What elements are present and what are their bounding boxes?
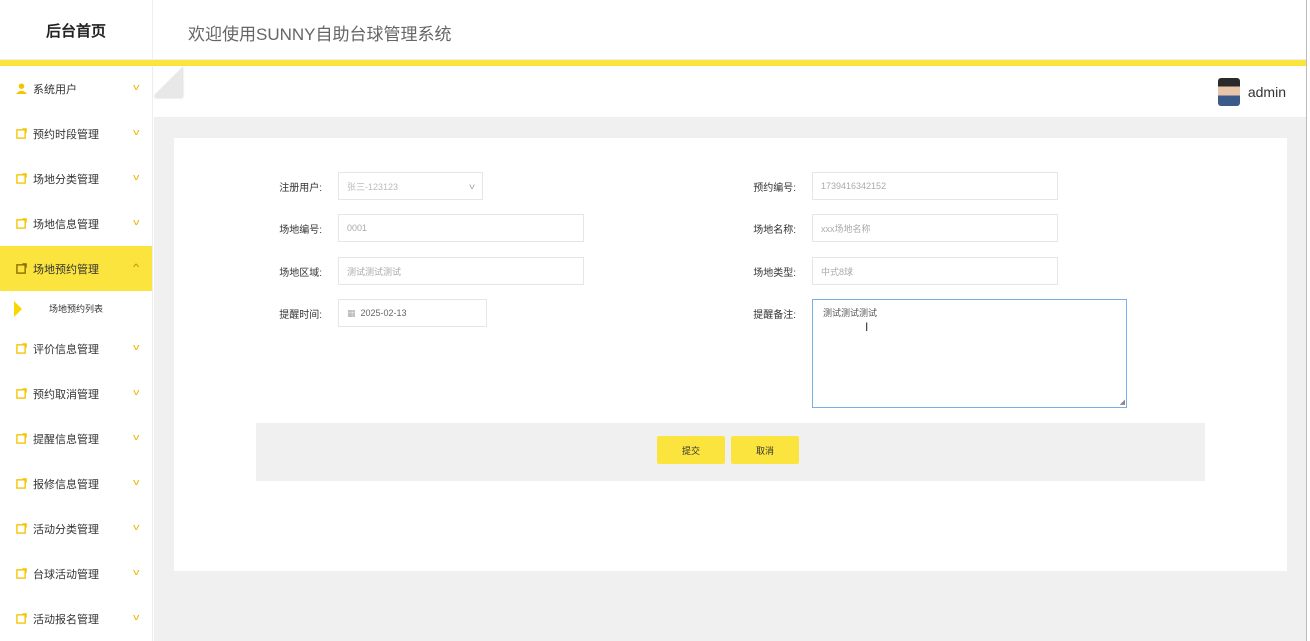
collapse-sidebar-toggle[interactable] (154, 66, 182, 97)
chevron-down-icon: v (132, 127, 139, 137)
chevron-down-icon: v (132, 387, 139, 397)
content-header: admin (154, 66, 1306, 118)
note-icon (16, 433, 27, 444)
sidebar-item-label: 评价信息管理 (33, 343, 99, 356)
chevron-down-icon: v (132, 432, 139, 442)
sidebar-item-label: 场地预约管理 (33, 263, 99, 276)
area-field[interactable]: 测试测试测试 (338, 257, 584, 285)
note-icon (16, 613, 27, 624)
sidebar-item-repairs[interactable]: 报修信息管理 v (0, 461, 152, 506)
sidebar-item-label: 台球活动管理 (33, 568, 99, 581)
sidebar-item-venue-info[interactable]: 场地信息管理 v (0, 201, 152, 246)
note-icon (16, 173, 27, 184)
sidebar-item-venue-booking[interactable]: 场地预约管理 ^ (0, 246, 152, 291)
venue-no-value: 0001 (347, 223, 368, 233)
sidebar-item-label: 活动分类管理 (33, 523, 99, 536)
chevron-down-icon: v (132, 477, 139, 487)
sidebar-item-label: 活动报名管理 (33, 613, 99, 626)
sidebar-item-label: 场地分类管理 (33, 173, 99, 186)
venue-no-field[interactable]: 0001 (338, 214, 584, 242)
note-icon (16, 343, 27, 354)
chevron-down-icon: v (132, 172, 139, 182)
chevron-down-icon: v (132, 522, 139, 532)
remind-note-value: 测试测试测试 (823, 308, 878, 318)
chevron-down-icon: v (132, 567, 139, 577)
remind-time-value: 2025-02-13 (360, 308, 407, 318)
type-label: 场地类型: (753, 268, 796, 279)
booking-no-label: 预约编号: (753, 183, 796, 194)
user-label: 注册用户: (279, 183, 322, 194)
window-edge (1306, 0, 1310, 641)
type-value: 中式8球 (821, 266, 854, 277)
cancel-button[interactable]: 取消 (731, 436, 799, 464)
resize-handle-icon[interactable]: ◢ (1120, 398, 1125, 406)
sidebar-item-label: 提醒信息管理 (33, 433, 99, 446)
user-icon (16, 83, 27, 94)
note-icon (16, 523, 27, 534)
chevron-down-icon: v (469, 182, 475, 191)
user-menu[interactable]: admin (1217, 78, 1286, 106)
username: admin (1247, 84, 1286, 100)
sidebar-item-reminders[interactable]: 提醒信息管理 v (0, 416, 152, 461)
text-cursor-icon: I (865, 320, 869, 334)
note-icon (16, 388, 27, 399)
booking-no-value: 1739416342152 (821, 181, 887, 191)
sidebar-item-label: 报修信息管理 (33, 478, 99, 491)
note-icon (16, 218, 27, 229)
sidebar-item-timeslot[interactable]: 预约时段管理 v (0, 111, 152, 156)
note-icon (16, 128, 27, 139)
note-icon (16, 263, 27, 274)
sidebar-item-activity-signup[interactable]: 活动报名管理 v (0, 596, 152, 641)
active-arrow-icon (14, 301, 22, 317)
sidebar-item-booking-cancel[interactable]: 预约取消管理 v (0, 371, 152, 416)
venue-name-label: 场地名称: (753, 225, 796, 236)
sidebar-item-billiards-activity[interactable]: 台球活动管理 v (0, 551, 152, 596)
sidebar-subitem-booking-list[interactable]: 场地预约列表 (0, 291, 152, 326)
chevron-up-icon: ^ (132, 262, 139, 272)
chevron-down-icon: v (132, 612, 139, 622)
booking-no-field[interactable]: 1739416342152 (812, 172, 1058, 200)
remind-note-label: 提醒备注: (753, 310, 796, 321)
remind-note-textarea[interactable]: 测试测试测试 I ◢ (812, 299, 1127, 408)
chevron-down-icon: v (132, 217, 139, 227)
sidebar-item-label: 系统用户 (33, 83, 77, 96)
sidebar-item-label: 预约取消管理 (33, 388, 99, 401)
welcome-title: 欢迎使用SUNNY自助台球管理系统 (188, 25, 452, 44)
user-select-value: 张三-123123 (347, 181, 399, 192)
user-select[interactable]: 张三-123123 v (338, 172, 483, 200)
chevron-down-icon: v (132, 342, 139, 352)
remind-time-label: 提醒时间: (279, 310, 322, 321)
sidebar-item-label: 场地信息管理 (33, 218, 99, 231)
type-field[interactable]: 中式8球 (812, 257, 1058, 285)
button-bar: 提交 取消 (256, 423, 1205, 481)
home-logo[interactable]: 后台首页 (0, 0, 153, 60)
submit-button[interactable]: 提交 (657, 436, 725, 464)
sidebar-item-system-users[interactable]: 系统用户 v (0, 66, 152, 111)
venue-no-label: 场地编号: (279, 225, 322, 236)
sidebar-item-activity-category[interactable]: 活动分类管理 v (0, 506, 152, 551)
venue-name-field[interactable]: xxx场地名称 (812, 214, 1058, 242)
top-bar: 后台首页 欢迎使用SUNNY自助台球管理系统 (0, 0, 1306, 60)
note-icon (16, 478, 27, 489)
note-icon (16, 568, 27, 579)
venue-name-value: xxx场地名称 (821, 223, 871, 234)
calendar-icon: ▦ (347, 307, 356, 318)
sidebar-item-reviews[interactable]: 评价信息管理 v (0, 326, 152, 371)
avatar (1217, 78, 1240, 106)
sidebar-subitem-label: 场地预约列表 (49, 304, 104, 314)
sidebar-item-venue-category[interactable]: 场地分类管理 v (0, 156, 152, 201)
sidebar: 系统用户 v 预约时段管理 v 场地分类管理 v 场地信息管理 v 场地预约管理… (0, 66, 153, 641)
area-value: 测试测试测试 (347, 266, 402, 277)
sidebar-item-label: 预约时段管理 (33, 128, 99, 141)
remind-time-field[interactable]: ▦ 2025-02-13 (338, 299, 487, 327)
chevron-down-icon: v (132, 82, 139, 92)
area-label: 场地区域: (279, 268, 322, 279)
